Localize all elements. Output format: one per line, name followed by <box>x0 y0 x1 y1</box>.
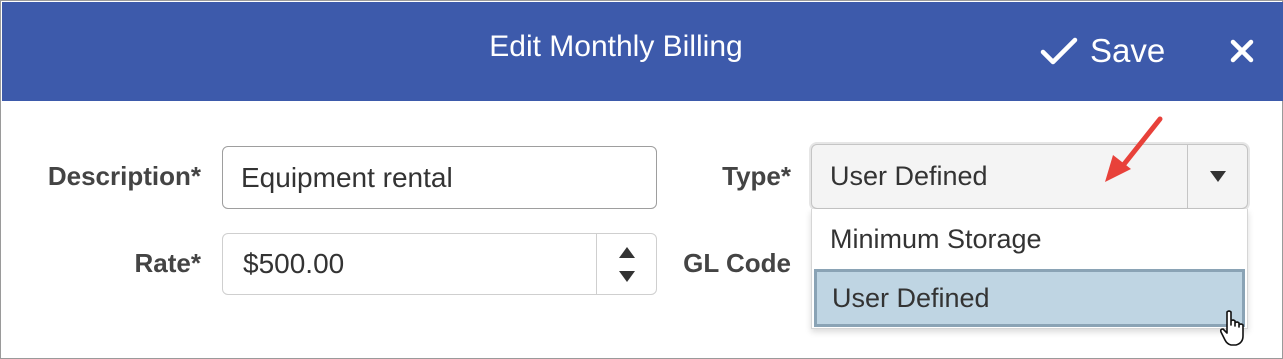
annotation-arrow-icon <box>1105 116 1163 182</box>
close-icon[interactable] <box>1226 35 1258 67</box>
description-input[interactable]: Equipment rental <box>222 146 657 209</box>
gl-code-label: GL Code <box>683 248 791 278</box>
rate-input[interactable]: $500.00 <box>222 233 657 295</box>
type-label: Type* <box>722 161 791 191</box>
rate-label: Rate* <box>134 248 201 278</box>
type-dropdown-list: Minimum Storage User Defined <box>811 209 1248 329</box>
rate-spinner <box>596 234 656 294</box>
type-select[interactable]: User Defined <box>811 144 1248 209</box>
spinner-down-icon[interactable] <box>597 264 656 294</box>
save-button-label: Save <box>1090 32 1166 69</box>
type-option-minimum-storage[interactable]: Minimum Storage <box>812 209 1247 269</box>
description-label: Description* <box>47 161 201 191</box>
type-option-user-defined[interactable]: User Defined <box>814 269 1245 327</box>
check-icon <box>1040 37 1078 65</box>
edit-monthly-billing-dialog: Edit Monthly Billing Save Description* E… <box>0 0 1283 359</box>
dialog-header: Edit Monthly Billing Save <box>2 2 1283 101</box>
save-button[interactable]: Save <box>1040 28 1165 74</box>
caret-down-icon[interactable] <box>1187 145 1247 208</box>
rate-value: $500.00 <box>243 248 345 279</box>
hand-cursor-icon <box>1219 310 1244 346</box>
spinner-up-icon[interactable] <box>597 234 656 264</box>
